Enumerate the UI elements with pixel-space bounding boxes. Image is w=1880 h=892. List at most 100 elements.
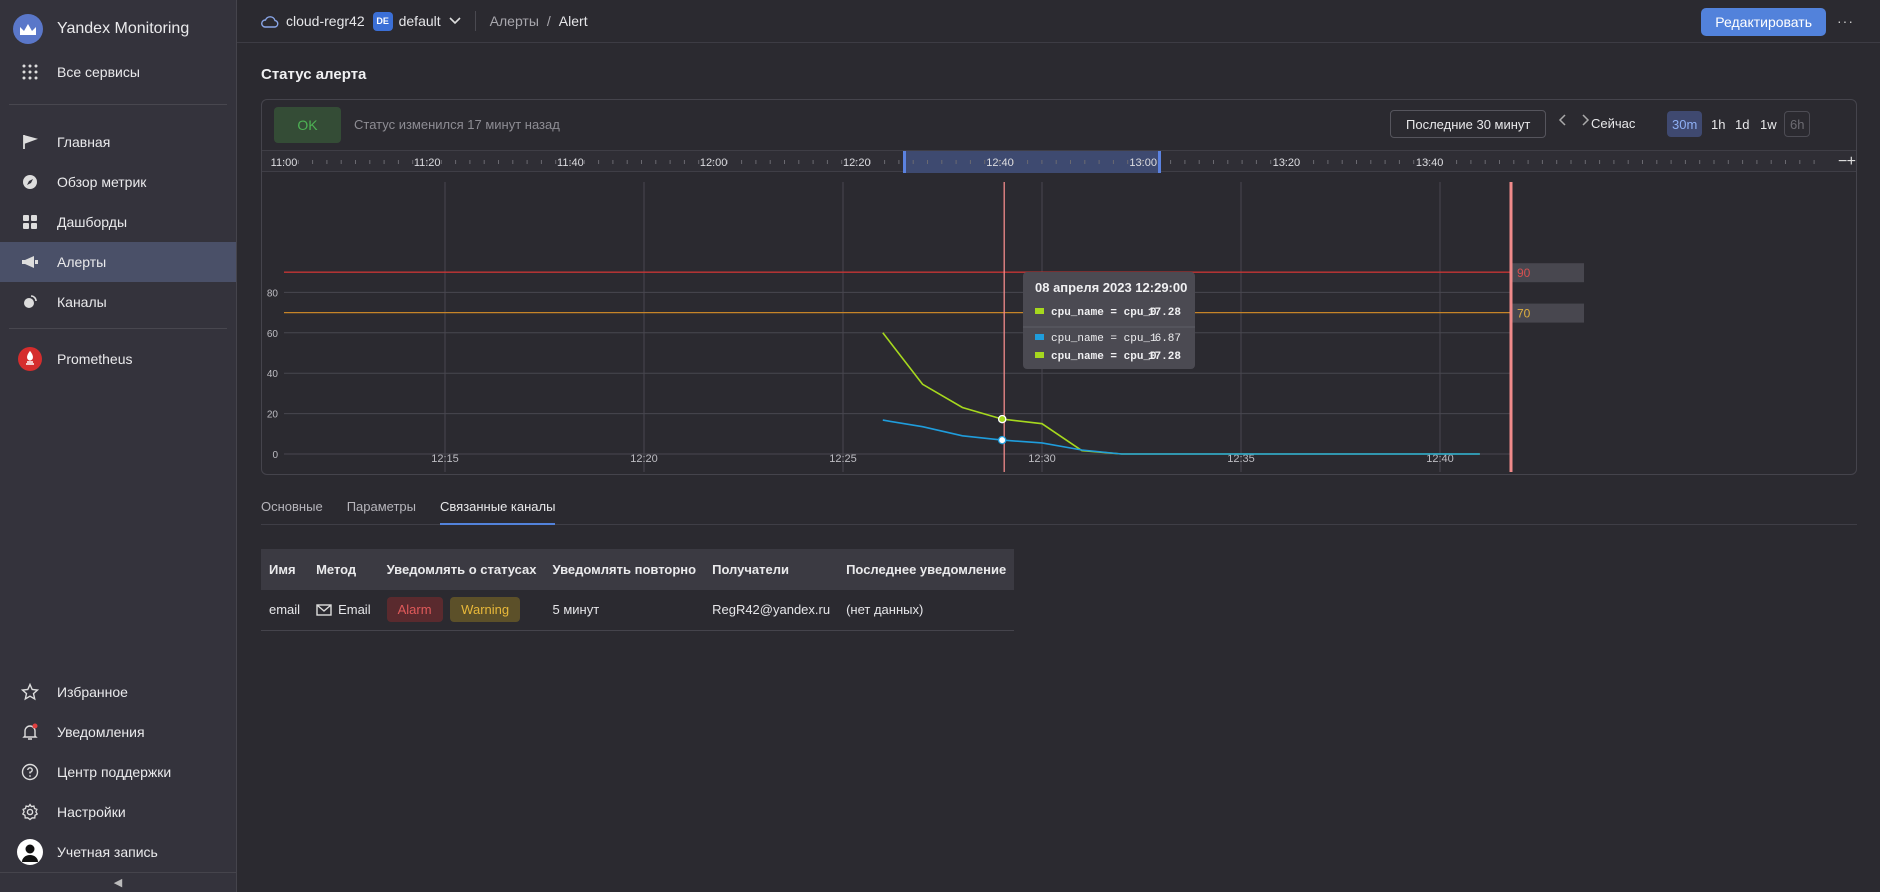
timeline-selection[interactable] <box>904 151 1160 173</box>
folder-name: default <box>398 13 441 29</box>
sidebar-item-metrics[interactable]: Обзор метрик <box>0 162 236 202</box>
sidebar: Yandex Monitoring Все сервисы Главная Об… <box>0 0 237 892</box>
cloud-icon <box>261 15 279 28</box>
tab-parameters[interactable]: Параметры <box>347 499 416 525</box>
sidebar-item-label: Уведомления <box>57 724 145 740</box>
cloud-selector[interactable]: cloud-regr42 DE default <box>261 11 461 31</box>
star-icon <box>17 679 43 705</box>
timeline-label: 12:40 <box>986 157 1014 169</box>
sidebar-item-label: Настройки <box>57 804 126 820</box>
sidebar-item-alerts[interactable]: Алерты <box>0 242 236 282</box>
hover-point <box>997 414 1007 424</box>
x-tick-label: 12:20 <box>630 453 658 465</box>
sidebar-item-prometheus[interactable]: Prometheus <box>0 339 236 379</box>
status-alarm-badge: Alarm <box>386 597 443 623</box>
more-menu-button[interactable]: ··· <box>1837 13 1854 29</box>
grid-icon <box>17 59 43 85</box>
y-tick-label: 80 <box>267 288 279 299</box>
app-title: Yandex Monitoring <box>57 20 190 37</box>
sidebar-item-label: Обзор метрик <box>57 174 147 190</box>
now-button[interactable]: Сейчас <box>1591 116 1635 131</box>
sidebar-item-account[interactable]: Учетная запись <box>0 832 236 872</box>
topbar-separator <box>474 11 476 31</box>
scale-1h-button[interactable]: 1h <box>1706 111 1730 137</box>
all-services-button[interactable]: Все сервисы <box>0 52 236 92</box>
x-tick-label: 12:30 <box>1028 453 1056 465</box>
timeline-navigator[interactable]: 11:00 11:20 11:40 12:00 12:20 12:40 13:00 13:20… <box>262 150 1856 173</box>
y-tick-label: 60 <box>267 329 279 340</box>
chart-tooltip: 08 апреля 2023 12:29:00cpu_name = cpu_01… <box>1023 272 1195 369</box>
megaphone-icon <box>17 249 43 275</box>
timeline-label: 11:20 <box>414 157 441 169</box>
tab-general[interactable]: Основные <box>261 499 323 525</box>
status-row: OK Статус изменился 17 минут назад После… <box>262 100 1856 150</box>
sidebar-item-home[interactable]: Главная <box>0 122 236 162</box>
cloud-name: cloud-regr42 <box>286 13 365 29</box>
scale-1d-button[interactable]: 1d <box>1730 111 1754 137</box>
sidebar-item-favorites[interactable]: Избранное <box>0 672 236 712</box>
breadcrumb-current: Alert <box>558 13 588 29</box>
scale-30m-button[interactable]: 30m <box>1667 111 1703 137</box>
column-header: Уведомлять повторно <box>544 549 705 590</box>
column-header: Получатели <box>704 549 839 590</box>
bell-icon <box>17 719 43 745</box>
sidebar-item-channels[interactable]: Каналы <box>0 282 236 322</box>
tooltip-series-value: 17.28 <box>1148 307 1181 319</box>
timeline-label: 12:00 <box>700 157 728 169</box>
breadcrumb-separator: / <box>546 13 551 29</box>
sidebar-item-label: Prometheus <box>57 351 133 367</box>
alert-status-panel: OK Статус изменился 17 минут назад После… <box>261 99 1857 475</box>
hover-point <box>997 435 1007 445</box>
sidebar-item-label: Главная <box>57 134 111 150</box>
timeline-label: 13:40 <box>1416 157 1444 169</box>
cell-name: email <box>261 590 309 631</box>
cell-statuses: Alarm Warning <box>378 590 545 631</box>
column-header: Метод <box>308 549 379 590</box>
flag-icon <box>17 129 43 155</box>
timeline-right-handle[interactable] <box>1158 151 1161 173</box>
antenna-icon <box>17 289 43 315</box>
tab-linked-channels[interactable]: Связанные каналы <box>440 499 556 525</box>
scale-1w-button[interactable]: 1w <box>1755 111 1782 137</box>
sidebar-item-label: Избранное <box>57 684 128 700</box>
sidebar-item-support[interactable]: Центр поддержки <box>0 752 236 792</box>
x-tick-label: 12:15 <box>431 453 459 465</box>
zoom-in-button[interactable]: + <box>1847 153 1856 170</box>
sidebar-bottom: Избранное Уведомления Центр поддержки На… <box>0 672 236 872</box>
threshold-label: 70 <box>1517 307 1531 321</box>
column-header: Последнее уведомление <box>838 549 1015 590</box>
timeline-label: 11:00 <box>271 157 298 169</box>
sidebar-item-settings[interactable]: Настройки <box>0 792 236 832</box>
app-logo-link[interactable]: Yandex Monitoring <box>0 0 236 58</box>
x-tick-label: 12:25 <box>829 453 857 465</box>
column-header: Уведомлять о статусах <box>378 549 545 590</box>
time-range-button[interactable]: Последние 30 минут <box>1390 110 1547 138</box>
next-range-icon[interactable] <box>1582 114 1590 129</box>
cell-recipients: RegR42@yandex.ru <box>704 590 839 631</box>
sidebar-item-label: Каналы <box>57 294 107 310</box>
envelope-icon <box>316 604 332 616</box>
timeline-label: 12:20 <box>843 157 871 169</box>
prometheus-icon <box>17 346 43 372</box>
tooltip-legend-swatch <box>1035 352 1044 358</box>
sidebar-item-notifications[interactable]: Уведомления <box>0 712 236 752</box>
sidebar-item-label: Центр поддержки <box>57 764 172 780</box>
chevron-down-icon <box>449 17 461 25</box>
all-services-label: Все сервисы <box>57 64 140 80</box>
sidebar-collapse-button[interactable]: ◀ <box>0 872 236 892</box>
breadcrumb-alerts-link[interactable]: Алерты <box>490 13 539 29</box>
alert-chart[interactable]: 02040608012:15 12:20 12:25 12:30 12:35 12:409… <box>262 172 1857 475</box>
prev-range-icon[interactable] <box>1558 114 1566 129</box>
timeline-svg: 11:00 11:20 11:40 12:00 12:20 12:40 13:00 13:20… <box>271 151 1856 173</box>
cell-last-notification: (нет данных) <box>838 590 1015 631</box>
gear-icon <box>17 799 43 825</box>
sidebar-item-dashboards[interactable]: Дашборды <box>0 202 236 242</box>
tooltip-series-label: cpu_name = cpu_1 <box>1051 333 1157 345</box>
breadcrumb: Алерты / Alert <box>490 13 588 29</box>
table-row[interactable]: email Email Alarm Warning 5 минут RegR42… <box>261 590 1015 631</box>
timeline-left-handle[interactable] <box>903 151 906 173</box>
scale-6h-button[interactable]: 6h <box>1784 111 1811 137</box>
help-icon <box>17 759 43 785</box>
edit-button[interactable]: Редактировать <box>1701 8 1826 36</box>
topbar: cloud-regr42 DE default Алерты / Alert Р… <box>237 0 1880 43</box>
